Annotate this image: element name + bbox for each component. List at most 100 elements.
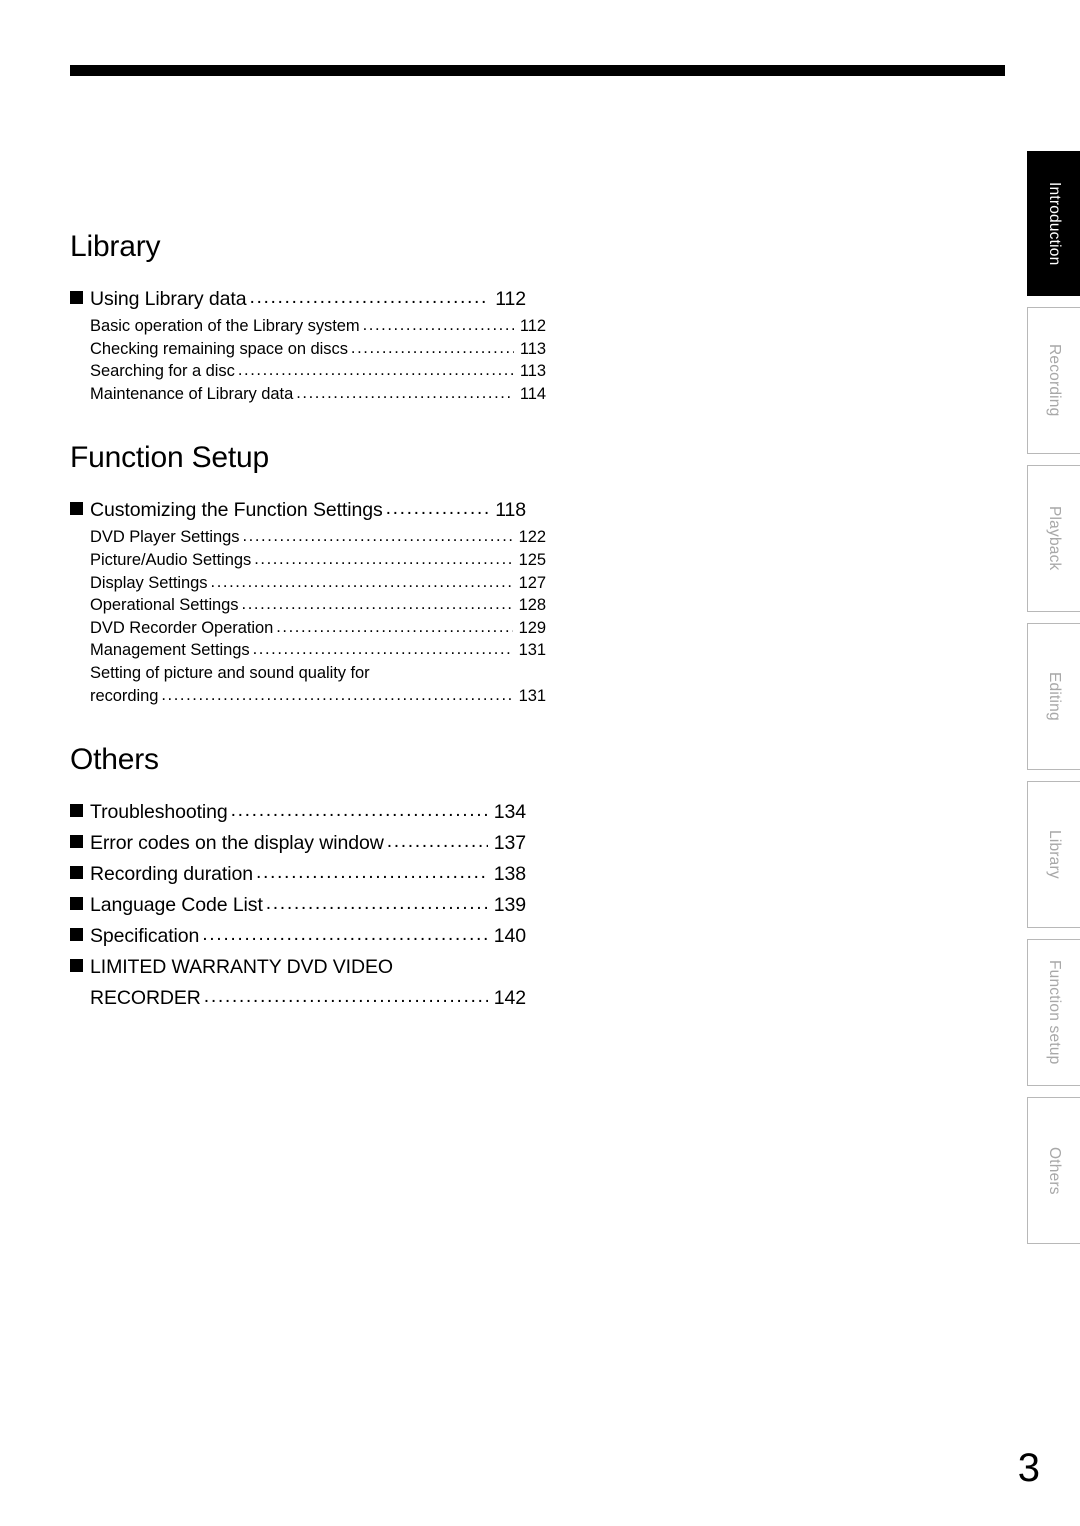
- toc-entry-page: 140: [493, 925, 526, 948]
- toc-entry[interactable]: Management Settings.....................…: [70, 639, 546, 662]
- leader-dots: ........................................…: [386, 830, 488, 853]
- toc-entry-label: Recording duration: [90, 863, 253, 886]
- section-tab-library[interactable]: Library: [1027, 781, 1080, 928]
- toc-entry-page: 112: [495, 288, 526, 310]
- toc-entry[interactable]: Maintenance of Library data.............…: [70, 383, 546, 406]
- toc-entry[interactable]: Troubleshooting.........................…: [70, 797, 526, 828]
- toc-entry-page: 139: [493, 894, 526, 917]
- leader-dots: ........................................…: [210, 572, 513, 591]
- toc-entry-label: Troubleshooting: [90, 801, 228, 824]
- bullet-square-icon: [70, 502, 83, 516]
- toc-section: Function Setup Customizing the Function S…: [70, 443, 546, 707]
- leader-dots: ........................................…: [203, 985, 488, 1008]
- toc-entry-label: Maintenance of Library data: [90, 384, 294, 403]
- toc-entry-label: Setting of picture and sound quality for: [90, 663, 370, 682]
- bullet-square-icon: [70, 835, 83, 849]
- toc-entry[interactable]: Checking remaining space on discs.......…: [70, 338, 546, 361]
- toc-entry-label-continued: RECORDER: [90, 987, 201, 1010]
- toc-entry-label: DVD Player Settings: [90, 528, 240, 547]
- page-number: 3: [1017, 1446, 1040, 1490]
- leader-dots: ........................................…: [296, 383, 514, 402]
- toc-entry[interactable]: DVD Player Settings.....................…: [70, 526, 546, 549]
- toc-entry-line: Setting of picture and sound quality for: [90, 662, 546, 685]
- toc-entry-label: Operational Settings: [90, 596, 239, 615]
- toc-entry-page: 112: [519, 317, 546, 335]
- section-tab-function-setup[interactable]: Function setup: [1027, 939, 1080, 1086]
- toc-entry-page: 125: [518, 550, 546, 569]
- toc-entry-page: 142: [493, 987, 526, 1010]
- toc-entry-page: 113: [519, 362, 546, 381]
- toc-entry-label: Searching for a disc: [90, 362, 235, 381]
- section-tab-label: Playback: [1045, 506, 1063, 571]
- toc-entry-page: 138: [493, 863, 526, 886]
- toc-entry[interactable]: Basic operation of the Library system...…: [70, 315, 546, 338]
- leader-dots: ........................................…: [265, 892, 488, 915]
- toc-entry[interactable]: Specification...........................…: [70, 921, 526, 952]
- toc-entry-label-continued: recording: [90, 686, 159, 705]
- toc-entry-page: 122: [518, 528, 546, 547]
- toc-entry-page: 134: [493, 801, 526, 824]
- header-rule: [70, 65, 1005, 76]
- toc-entry-page: 131: [518, 686, 546, 705]
- toc-entry[interactable]: DVD Recorder Operation..................…: [70, 617, 546, 640]
- leader-dots: ........................................…: [350, 338, 514, 357]
- section-tab-editing[interactable]: Editing: [1027, 623, 1080, 770]
- leader-dots: ........................................…: [241, 595, 513, 614]
- toc-entry-label: Using Library data: [90, 288, 247, 310]
- toc-entry-label: Error codes on the display window: [90, 832, 384, 855]
- bullet-square-icon: [70, 804, 83, 818]
- toc-entry-page: 128: [518, 596, 546, 615]
- toc-section: Library Using Library data...............…: [70, 232, 546, 405]
- toc-entry-page: 118: [495, 499, 526, 522]
- toc-entry-label: Checking remaining space on discs: [90, 339, 348, 358]
- toc-entry[interactable]: Setting of picture and sound quality for…: [70, 662, 546, 707]
- toc-entry[interactable]: Operational Settings....................…: [70, 594, 546, 617]
- leader-dots: ........................................…: [237, 361, 514, 380]
- toc-entry-page: 137: [493, 832, 526, 855]
- toc-entry[interactable]: Language Code List......................…: [70, 890, 526, 921]
- section-heading: Others: [70, 743, 159, 777]
- toc-entry[interactable]: Display Settings........................…: [70, 572, 546, 595]
- toc-entry-label: Picture/Audio Settings: [90, 550, 252, 569]
- bullet-square-icon: [70, 291, 83, 304]
- toc-entry[interactable]: Using Library data......................…: [70, 284, 526, 315]
- toc-entry-page: 114: [519, 384, 546, 403]
- leader-dots: ........................................…: [255, 861, 488, 884]
- toc-entry-line: LIMITED WARRANTY DVD VIDEO: [70, 952, 526, 983]
- bullet-square-icon: [70, 959, 83, 973]
- toc-entry-page: 131: [518, 641, 546, 660]
- section-tab-playback[interactable]: Playback: [1027, 465, 1080, 612]
- section-tab-label: Others: [1045, 1146, 1063, 1195]
- toc-entry[interactable]: Recording duration......................…: [70, 859, 526, 890]
- toc-entry-line: recording...............................…: [90, 685, 546, 708]
- section-tab-label: Editing: [1045, 672, 1063, 721]
- section-tab-label: Function setup: [1045, 960, 1063, 1065]
- toc-entry-label: Customizing the Function Settings: [90, 499, 383, 522]
- toc-entry-page: 129: [518, 618, 546, 637]
- leader-dots: ........................................…: [230, 799, 488, 822]
- toc-entry-page: 113: [519, 339, 546, 358]
- bullet-square-icon: [70, 897, 83, 911]
- leader-dots: ........................................…: [242, 527, 513, 546]
- bullet-square-icon: [70, 866, 83, 880]
- toc-entry-page: 127: [518, 573, 546, 592]
- toc-entry[interactable]: Picture/Audio Settings..................…: [70, 549, 546, 572]
- section-tab-label: Recording: [1045, 344, 1063, 417]
- leader-dots: ........................................…: [276, 617, 512, 636]
- toc-entry[interactable]: Searching for a disc....................…: [70, 360, 546, 383]
- toc-entry-label: Specification: [90, 925, 200, 948]
- section-tab-introduction[interactable]: Introduction: [1027, 151, 1080, 296]
- leader-dots: ........................................…: [202, 923, 488, 946]
- section-tab-strip: Introduction Recording Playback Editing Libr…: [1027, 151, 1080, 1255]
- table-of-contents: Library Using Library data...............…: [70, 232, 546, 1014]
- toc-entry-label: LIMITED WARRANTY DVD VIDEO: [90, 956, 393, 979]
- toc-entry[interactable]: LIMITED WARRANTY DVD VIDEO RECORDER......…: [70, 952, 526, 1014]
- toc-entry[interactable]: Customizing the Function Settings.......…: [70, 495, 526, 526]
- toc-entry-label: Language Code List: [90, 894, 263, 917]
- section-tab-label: Introduction: [1045, 181, 1063, 266]
- leader-dots: ........................................…: [362, 316, 514, 334]
- section-tab-others[interactable]: Others: [1027, 1097, 1080, 1244]
- section-tab-recording[interactable]: Recording: [1027, 307, 1080, 454]
- toc-entry[interactable]: Error codes on the display window.......…: [70, 828, 526, 859]
- leader-dots: ........................................…: [161, 685, 512, 704]
